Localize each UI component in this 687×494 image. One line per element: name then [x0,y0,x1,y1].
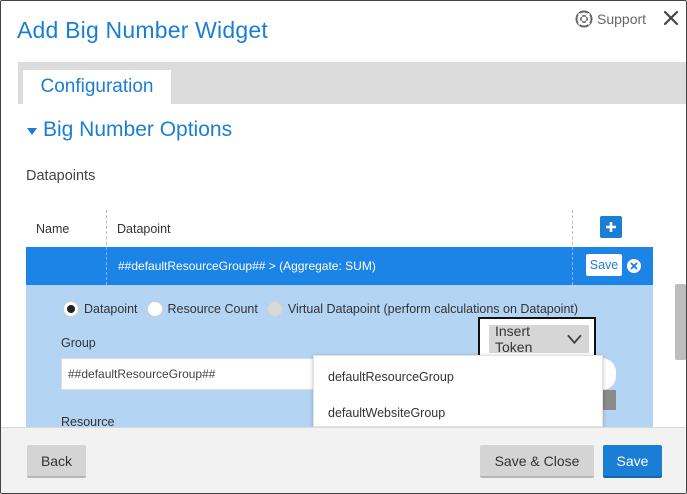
column-divider [572,247,573,285]
group-input[interactable] [61,358,317,390]
support-label: Support [597,11,647,27]
close-icon[interactable] [661,8,681,28]
row-datapoint-value: ##defaultResourceGroup## > (Aggregate: S… [118,259,376,273]
save-and-close-button[interactable]: Save & Close [480,445,594,478]
caret-down-icon [27,127,37,135]
radio-virtual-datapoint[interactable]: Virtual Datapoint (perform calculations … [266,301,579,317]
dialog: Add Big Number Widget Support Configurat… [0,0,687,494]
radio-button[interactable] [63,301,79,317]
group-label: Group [61,336,96,350]
radio-resource-count[interactable]: Resource Count [146,301,258,317]
support-link[interactable]: Support [575,10,646,28]
column-divider [106,247,107,285]
datapoints-label: Datapoints [26,168,96,184]
datapoint-type-radio-group: Datapoint Resource Count Virtual Datapoi… [63,301,587,317]
chevron-down-icon [567,334,582,345]
token-dropdown: defaultResourceGroup defaultWebsiteGroup [313,355,603,427]
column-divider [106,210,107,250]
radio-button[interactable] [266,301,283,317]
close-icon [630,262,638,270]
save-button[interactable]: Save [603,445,662,478]
radio-label: Resource Count [167,302,258,316]
radio-datapoint[interactable]: Datapoint [63,301,138,317]
resource-label: Resource [61,415,115,427]
insert-token-button[interactable]: Insert Token [489,323,589,355]
tab-configuration[interactable]: Configuration [23,70,171,104]
radio-button[interactable] [146,301,163,317]
column-header-name: Name [36,222,70,236]
row-save-button[interactable]: Save [586,254,622,276]
radio-label: Datapoint [84,302,138,316]
lifebuoy-icon [575,10,593,28]
column-header-datapoint: Datapoint [117,222,171,236]
section-header-big-number-options[interactable]: Big Number Options [27,118,232,142]
list-item[interactable]: defaultWebsiteGroup [328,406,445,420]
plus-icon [606,222,616,232]
group-input-scroll [602,390,616,410]
scrollbar-thumb[interactable] [675,284,686,360]
dialog-title: Add Big Number Widget [17,17,268,43]
add-datapoint-button[interactable] [600,216,622,238]
section-title: Big Number Options [43,118,233,141]
column-divider [572,210,573,250]
radio-label: Virtual Datapoint (perform calculations … [287,302,579,316]
tab-bar: Configuration [18,62,686,104]
datapoints-table-header: Name Datapoint [26,210,653,250]
list-item[interactable]: defaultResourceGroup [328,370,454,384]
dialog-footer: Back Save & Close Save [1,427,686,493]
table-row[interactable]: ##defaultResourceGroup## > (Aggregate: S… [26,247,653,285]
group-input-clear-area[interactable] [602,358,616,390]
row-cancel-button[interactable] [627,259,641,273]
insert-token-label: Insert Token [495,323,533,355]
back-button[interactable]: Back [27,445,86,478]
